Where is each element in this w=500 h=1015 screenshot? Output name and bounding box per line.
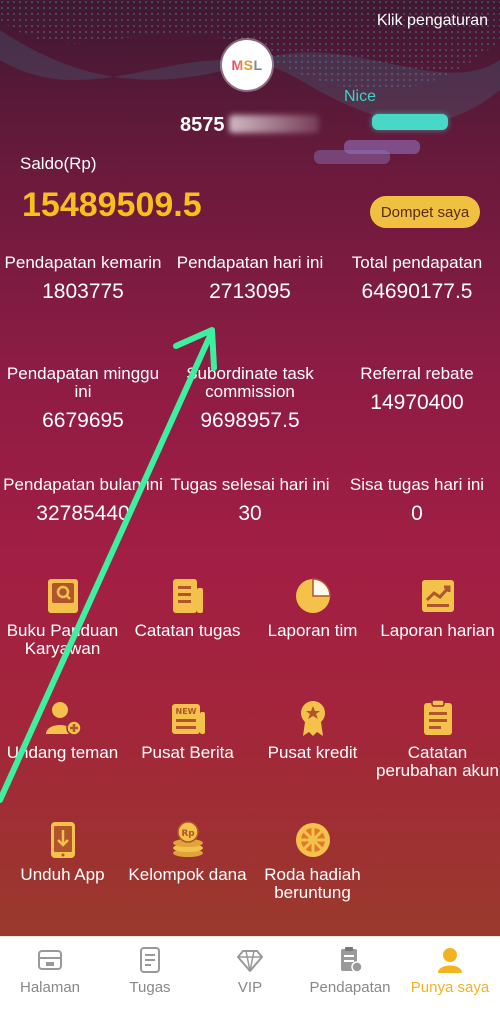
- balance-value: 15489509.5: [22, 186, 202, 224]
- tab-label: Pendapatan: [309, 979, 391, 996]
- tab-income[interactable]: Pendapatan: [300, 937, 400, 1015]
- menu-label: Pusat Berita: [141, 743, 234, 762]
- menu-task-records[interactable]: Catatan tugas: [125, 576, 250, 640]
- stat-value: 1803775: [42, 280, 124, 303]
- stat-value: 6679695: [42, 409, 124, 432]
- svg-text:NEW: NEW: [175, 707, 196, 716]
- menu-label: Unduh App: [20, 865, 105, 884]
- profile-icon: [438, 948, 462, 973]
- stat-value: 2713095: [209, 280, 291, 303]
- menu-label: Laporan tim: [267, 621, 358, 640]
- menu-employee-guide[interactable]: Buku Panduan Karyawan: [0, 576, 125, 658]
- tab-label: Punya saya: [410, 979, 490, 996]
- task-record-icon: [172, 579, 203, 613]
- menu-account-change-log[interactable]: Catatan perubahan akun: [375, 698, 500, 780]
- menu-label: Roda hadiah beruntung: [264, 865, 361, 902]
- menu-team-report[interactable]: Laporan tim: [250, 576, 375, 640]
- menu-label: Buku Panduan Karyawan: [6, 621, 119, 658]
- tab-label: VIP: [237, 979, 263, 996]
- tab-tasks[interactable]: Tugas: [100, 937, 200, 1015]
- annotation-arrow: [0, 327, 217, 803]
- menu-fund-group[interactable]: Rp Kelompok dana: [125, 820, 250, 884]
- medal-icon: [300, 701, 325, 736]
- profile-background: Klik pengaturan MSL 8575 Nice Saldo(Rp) …: [0, 0, 500, 936]
- download-phone-icon: [50, 822, 75, 858]
- stat-value: 64690177.5: [361, 280, 473, 303]
- settings-link[interactable]: Klik pengaturan: [377, 12, 488, 30]
- home-icon: [38, 950, 62, 970]
- menu-label: Catatan perubahan akun: [376, 743, 499, 780]
- stat-value: 9698957.5: [200, 409, 300, 432]
- menu-label: Kelompok dana: [128, 865, 247, 884]
- phone-blurred-part: [228, 115, 319, 133]
- stat-label: Pendapatan minggu ini: [6, 364, 160, 401]
- menu-label: Catatan tugas: [134, 621, 241, 640]
- decorative-bar: [314, 150, 390, 164]
- tab-label: Halaman: [19, 979, 81, 996]
- svg-text:Rp: Rp: [181, 829, 195, 839]
- decorative-bar: [372, 114, 448, 130]
- menu-label: Pusat kredit: [267, 743, 358, 762]
- stat-this-week: Pendapatan minggu ini 6679695: [0, 365, 166, 433]
- menu-label: Laporan harian: [380, 621, 495, 640]
- stat-value: 30: [238, 502, 262, 525]
- bottom-tab-bar: Halaman Tugas VIP Pendapatan Punya saya: [0, 936, 500, 1015]
- stat-today: Pendapatan hari ini 2713095: [167, 254, 333, 304]
- task-icon: [140, 947, 160, 973]
- tab-home[interactable]: Halaman: [0, 937, 100, 1015]
- trend-chart-icon: [421, 580, 454, 612]
- my-wallet-button[interactable]: Dompet saya: [370, 196, 480, 228]
- menu-invite-friends[interactable]: Undang teman: [0, 698, 125, 762]
- book-icon: [47, 579, 78, 613]
- income-icon: [341, 947, 363, 973]
- tab-label: Tugas: [129, 979, 171, 996]
- menu-news-center[interactable]: NEW Pusat Berita: [125, 698, 250, 762]
- balance-label: Saldo(Rp): [20, 154, 97, 173]
- stat-label: Pendapatan hari ini: [176, 253, 324, 272]
- stat-referral-rebate: Referral rebate 14970400: [334, 365, 500, 415]
- coin-stack-icon: Rp: [172, 821, 203, 857]
- stat-label: Subordinate task commission: [186, 364, 314, 401]
- stat-this-month: Pendapatan bulan ini 32785440: [0, 476, 166, 526]
- stat-yesterday: Pendapatan kemarin 1803775: [0, 254, 166, 304]
- pie-chart-icon: [295, 578, 331, 613]
- tab-vip[interactable]: VIP: [200, 937, 300, 1015]
- nice-badge: Nice: [344, 88, 377, 105]
- stat-tasks-remaining-today: Sisa tugas hari ini 0: [334, 476, 500, 526]
- menu-lucky-prize-wheel[interactable]: Roda hadiah beruntung: [250, 820, 375, 902]
- menu-label: Undang teman: [6, 743, 119, 762]
- prize-wheel-icon: [295, 823, 330, 857]
- stat-label: Tugas selesai hari ini: [170, 475, 330, 494]
- phone-number: 8575: [180, 114, 319, 137]
- stat-value: 32785440: [36, 502, 130, 525]
- avatar-logo[interactable]: MSL: [222, 40, 272, 90]
- menu-daily-report[interactable]: Laporan harian: [375, 576, 500, 640]
- stat-subordinate-commission: Subordinate task commission 9698957.5: [167, 365, 333, 433]
- menu-download-app[interactable]: Unduh App: [0, 820, 125, 884]
- menu-credit-center[interactable]: Pusat kredit: [250, 698, 375, 762]
- stat-total: Total pendapatan 64690177.5: [334, 254, 500, 304]
- tab-profile[interactable]: Punya saya: [400, 937, 500, 1015]
- stat-label: Pendapatan bulan ini: [3, 475, 163, 494]
- clipboard-icon: [423, 699, 452, 735]
- stat-label: Sisa tugas hari ini: [349, 475, 485, 494]
- stat-tasks-completed-today: Tugas selesai hari ini 30: [167, 476, 333, 526]
- diamond-icon: [237, 950, 263, 972]
- news-icon: NEW: [171, 704, 205, 734]
- invite-user-icon: [45, 702, 82, 736]
- stat-label: Pendapatan kemarin: [4, 253, 162, 272]
- stat-value: 0: [411, 502, 423, 525]
- stat-label: Referral rebate: [360, 364, 474, 383]
- stat-label: Total pendapatan: [351, 253, 483, 272]
- stat-value: 14970400: [370, 391, 464, 414]
